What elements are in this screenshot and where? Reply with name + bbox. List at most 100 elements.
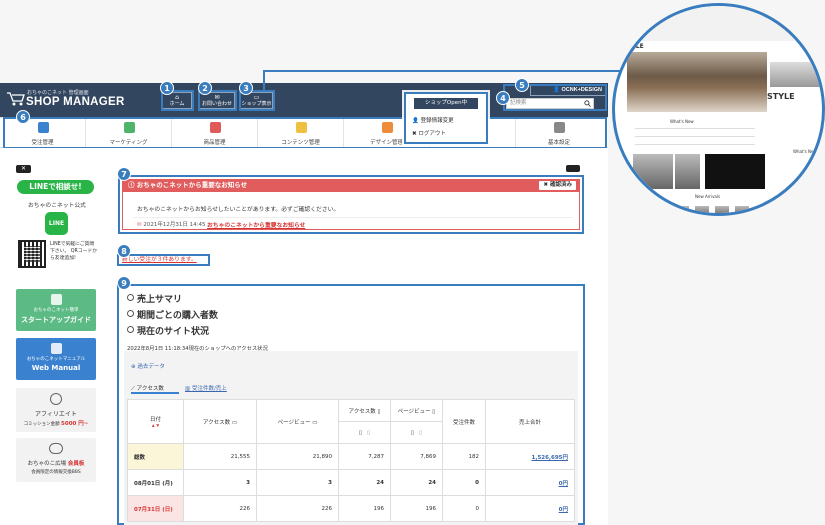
device-toggle[interactable]: ▯ ▯ xyxy=(390,421,443,444)
preview-logo: STYLE xyxy=(623,43,644,50)
line-logo-icon[interactable]: LINE xyxy=(45,212,68,235)
sales-link[interactable]: 1,526,695円 xyxy=(485,443,575,470)
manual-main: Web Manual xyxy=(31,364,81,372)
device-toggle[interactable]: ▯ ▯ xyxy=(338,421,391,444)
preview-thumb xyxy=(675,206,689,213)
smartphone-icon: ▯ xyxy=(432,408,436,415)
menu-item-profile[interactable]: 👤 登録情報変更 xyxy=(412,116,454,124)
monitor-icon: ▭ xyxy=(312,419,318,426)
toggle-panel-button[interactable] xyxy=(566,165,580,172)
preview-new-arrivals: New Arrivals xyxy=(695,194,721,199)
notice-message: おちゃのこネットからお知らせしたいことがあります。必ずご確認ください。 xyxy=(137,207,340,213)
table-row: 総数 21,555 21,890 7,287 7,869 182 1,526,6… xyxy=(127,443,575,470)
col-date: 日付 ▴ ▾ xyxy=(127,399,184,444)
expand-icon xyxy=(127,294,134,301)
shop-preview-zoom: STYLE STYLE What's New What's Ne New Arr… xyxy=(612,3,825,216)
cell: 182 xyxy=(442,443,486,470)
sidebar-close-button[interactable]: ✕ xyxy=(16,165,31,173)
logo-subtitle: おちゃのこネット 管理画面 xyxy=(27,90,89,96)
coin-icon xyxy=(50,393,62,405)
affiliate-banner[interactable]: アフィリエイト コミッション金額 5000 円~ xyxy=(16,388,96,432)
cell: 226 xyxy=(256,495,339,522)
sales-link[interactable]: 0円 xyxy=(485,469,575,496)
preview-thumb xyxy=(715,206,729,213)
table-row: 07月31日 (日) 226 226 196 196 0 0円 xyxy=(127,495,575,522)
startup-guide-banner[interactable]: おちゃのこネット簡単 スタートアップガイド xyxy=(16,289,96,331)
affiliate-sub: コミッション金額 xyxy=(23,422,60,427)
step-badge-1: 1 xyxy=(160,81,174,95)
cell: 7,869 xyxy=(390,443,443,470)
step-badge-7: 7 xyxy=(117,167,131,181)
sales-link[interactable]: 0円 xyxy=(485,495,575,522)
step-badge-8: 8 xyxy=(117,244,131,258)
shop-status-dropdown: ショップOpen中 👤 登録情報変更 ✖ ログアウト xyxy=(404,92,488,144)
notice-header: ⓘ おちゃのこネットから重要なお知らせ ✖ 確認済み xyxy=(122,179,580,192)
col-sales-total: 売上合計 xyxy=(485,399,575,444)
section-site-status[interactable]: 現在のサイト状況 xyxy=(127,324,209,337)
tab-orders-label: 受注件数/売上 xyxy=(191,386,227,392)
notice-link[interactable]: おちゃのこネットから重要なお知らせ xyxy=(207,220,305,229)
preview-photo xyxy=(633,154,673,189)
notice-divider xyxy=(133,217,573,218)
section-sales-summary-label: 売上サマリ xyxy=(137,295,183,305)
bbs-main: おちゃのこ広場 xyxy=(27,461,67,467)
step-badge-6: 6 xyxy=(16,110,30,124)
preview-top-area xyxy=(615,6,822,41)
connector-line xyxy=(263,70,621,72)
confirm-button[interactable]: ✖ 確認済み xyxy=(539,181,576,190)
col-pc-pageview-label: ページビュー xyxy=(277,419,311,426)
preview-divider xyxy=(635,144,755,145)
col-pc-access-label: アクセス数 xyxy=(202,419,231,426)
col-sp-access-label: アクセス数 xyxy=(348,408,376,415)
preview-whats-new: What's New xyxy=(670,119,694,124)
smartphone-icon: ▯ xyxy=(377,408,381,415)
web-manual-banner[interactable]: おちゃのこネットマニュアル Web Manual xyxy=(16,338,96,380)
step-badge-3: 3 xyxy=(239,81,253,95)
community-bbs-banner[interactable]: おちゃのこ広場 会員板 会員限定の情報交換BBS xyxy=(16,438,96,482)
cell: 3 xyxy=(183,469,257,496)
table-row: 08月01日 (月) 3 3 24 24 0 0円 xyxy=(127,469,575,496)
sort-arrows-icon[interactable]: ▴ ▾ xyxy=(152,423,159,429)
preview-logo-2: STYLE xyxy=(767,92,795,101)
past-data-button[interactable]: ⊕ 過去データ xyxy=(131,362,165,370)
cell: 0 xyxy=(442,495,486,522)
tablet-icon: ▯ xyxy=(419,429,423,436)
section-buyers-by-period[interactable]: 期間ごとの購入者数 xyxy=(127,308,218,321)
col-sp-access: アクセス数 ▯ xyxy=(338,399,391,422)
section-site-status-label: 現在のサイト状況 xyxy=(137,327,210,337)
nav-highlight xyxy=(3,117,607,149)
logo-title[interactable]: SHOP MANAGER xyxy=(26,96,125,108)
menu-item-logout[interactable]: ✖ ログアウト xyxy=(412,129,446,137)
affiliate-amount: 5000 円~ xyxy=(61,421,89,427)
tablet-icon: ▯ xyxy=(367,429,371,436)
section-sales-summary[interactable]: 売上サマリ xyxy=(127,292,182,305)
cell: 7,287 xyxy=(338,443,391,470)
shop-status-pill[interactable]: ショップOpen中 xyxy=(414,98,478,109)
past-data-label: 過去データ xyxy=(137,364,165,370)
expand-icon xyxy=(127,310,134,317)
startup-main: スタートアップガイド xyxy=(21,316,91,324)
step-badge-4: 4 xyxy=(496,91,510,105)
monitor-icon: ▭ xyxy=(231,419,238,426)
access-table: 日付 ▴ ▾ アクセス数 ▭ ページビュー ▭ アクセス数 ▯ ページビュー ▯ … xyxy=(127,399,575,522)
bbs-badge: 会員板 xyxy=(67,461,85,467)
cell: 226 xyxy=(183,495,257,522)
preview-side-image xyxy=(770,62,822,87)
affiliate-commission: コミッション金額 5000 円~ xyxy=(16,419,96,427)
preview-header: STYLE xyxy=(623,43,783,51)
manual-sub: おちゃのこネットマニュアル xyxy=(26,357,86,362)
cell: 196 xyxy=(338,495,391,522)
notice-title: おちゃのこネットから重要なお知らせ xyxy=(136,181,248,189)
step-badge-2: 2 xyxy=(198,81,212,95)
smartphone-icon: ▯ xyxy=(410,429,414,436)
col-sp-pageview: ページビュー ▯ xyxy=(390,399,443,422)
startup-sub: おちゃのこネット簡単 xyxy=(33,308,79,313)
line-consult-button[interactable]: LINEで相談せ! xyxy=(17,180,94,194)
row-label: 08月01日 (月) xyxy=(127,469,184,496)
connector-line xyxy=(263,70,265,90)
new-orders-link[interactable]: 新しい受注が３件あります。 xyxy=(117,254,210,266)
notice-date: 2021年12月31日 14:45 xyxy=(143,222,206,228)
profile-label: 登録情報変更 xyxy=(420,118,454,124)
tab-orders-sales[interactable]: ▥ 受注件数/売上 xyxy=(185,384,227,392)
leaf-icon xyxy=(51,294,62,305)
